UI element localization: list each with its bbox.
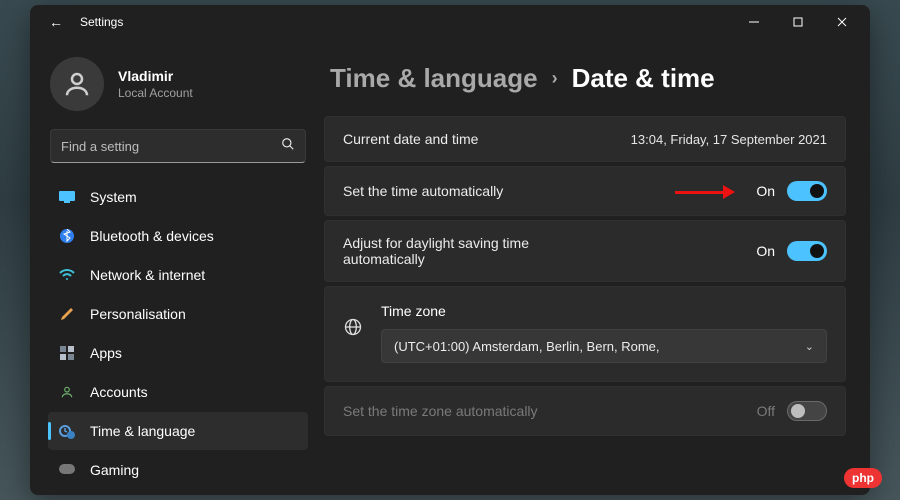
sidebar-item-label: Gaming bbox=[90, 462, 139, 478]
row-dst-auto: Adjust for daylight saving time automati… bbox=[324, 220, 846, 282]
timezone-dropdown[interactable]: (UTC+01:00) Amsterdam, Berlin, Bern, Rom… bbox=[381, 329, 827, 363]
search-input[interactable] bbox=[61, 139, 281, 154]
clock-globe-icon bbox=[58, 422, 76, 440]
system-icon bbox=[58, 188, 76, 206]
watermark-badge: php bbox=[844, 468, 882, 488]
wifi-icon bbox=[58, 266, 76, 284]
sidebar-item-bluetooth[interactable]: Bluetooth & devices bbox=[48, 217, 308, 255]
sidebar-item-apps[interactable]: Apps bbox=[48, 334, 308, 372]
breadcrumb-parent[interactable]: Time & language bbox=[330, 63, 538, 94]
main-panel: Time & language › Date & time Current da… bbox=[320, 39, 870, 495]
row-set-timezone-auto: Set the time zone automatically Off bbox=[324, 386, 846, 436]
profile-sub: Local Account bbox=[118, 86, 193, 100]
sidebar-item-time-language[interactable]: Time & language bbox=[48, 412, 308, 450]
row-timezone: Time zone (UTC+01:00) Amsterdam, Berlin,… bbox=[324, 286, 846, 382]
toggle-set-timezone-auto[interactable] bbox=[787, 401, 827, 421]
toggle-set-time-auto[interactable] bbox=[787, 181, 827, 201]
timezone-selected: (UTC+01:00) Amsterdam, Berlin, Bern, Rom… bbox=[394, 339, 660, 354]
page-title: Date & time bbox=[572, 63, 715, 94]
close-button[interactable] bbox=[820, 7, 864, 37]
sidebar-item-system[interactable]: System bbox=[48, 178, 308, 216]
row-label: Set the time zone automatically bbox=[343, 403, 538, 419]
accounts-icon bbox=[58, 383, 76, 401]
sidebar-item-label: Personalisation bbox=[90, 306, 186, 322]
toggle-state: On bbox=[756, 243, 775, 259]
breadcrumb: Time & language › Date & time bbox=[324, 63, 846, 94]
paintbrush-icon bbox=[58, 305, 76, 323]
minimize-button[interactable] bbox=[732, 7, 776, 37]
toggle-state: On bbox=[756, 183, 775, 199]
search-box[interactable] bbox=[50, 129, 306, 163]
back-button[interactable]: ← bbox=[44, 14, 68, 30]
annotation-arrow bbox=[675, 185, 735, 199]
avatar bbox=[50, 57, 104, 111]
apps-icon bbox=[58, 344, 76, 362]
sidebar-item-accounts[interactable]: Accounts bbox=[48, 373, 308, 411]
timezone-icon bbox=[343, 317, 363, 340]
sidebar-item-label: Network & internet bbox=[90, 267, 205, 283]
current-datetime-value: 13:04, Friday, 17 September 2021 bbox=[631, 132, 827, 147]
titlebar: ← Settings bbox=[30, 5, 870, 39]
sidebar-item-personalisation[interactable]: Personalisation bbox=[48, 295, 308, 333]
sidebar-item-gaming[interactable]: Gaming bbox=[48, 451, 308, 489]
search-icon bbox=[281, 137, 295, 156]
bluetooth-icon bbox=[58, 227, 76, 245]
maximize-button[interactable] bbox=[776, 7, 820, 37]
sidebar-item-label: System bbox=[90, 189, 137, 205]
sidebar: Vladimir Local Account System Bluetooth … bbox=[30, 39, 320, 495]
sidebar-item-label: Time & language bbox=[90, 423, 195, 439]
sidebar-item-label: Bluetooth & devices bbox=[90, 228, 214, 244]
row-label: Set the time automatically bbox=[343, 183, 503, 199]
row-label: Time zone bbox=[381, 303, 827, 319]
settings-window: ← Settings Vladimir Local Account bbox=[30, 5, 870, 495]
sidebar-item-label: Accounts bbox=[90, 384, 148, 400]
row-set-time-auto: Set the time automatically On bbox=[324, 166, 846, 216]
profile-name: Vladimir bbox=[118, 68, 193, 84]
row-label: Adjust for daylight saving time automati… bbox=[343, 235, 583, 267]
chevron-down-icon: ⌄ bbox=[805, 340, 814, 353]
profile-block[interactable]: Vladimir Local Account bbox=[46, 51, 310, 129]
row-current-datetime: Current date and time 13:04, Friday, 17 … bbox=[324, 116, 846, 162]
row-label: Current date and time bbox=[343, 131, 478, 147]
sidebar-item-network[interactable]: Network & internet bbox=[48, 256, 308, 294]
chevron-right-icon: › bbox=[552, 68, 558, 89]
sidebar-item-label: Apps bbox=[90, 345, 122, 361]
window-title: Settings bbox=[80, 15, 123, 29]
toggle-state: Off bbox=[757, 403, 775, 419]
toggle-dst-auto[interactable] bbox=[787, 241, 827, 261]
nav-list: System Bluetooth & devices Network & int… bbox=[46, 177, 310, 495]
gaming-icon bbox=[58, 461, 76, 479]
